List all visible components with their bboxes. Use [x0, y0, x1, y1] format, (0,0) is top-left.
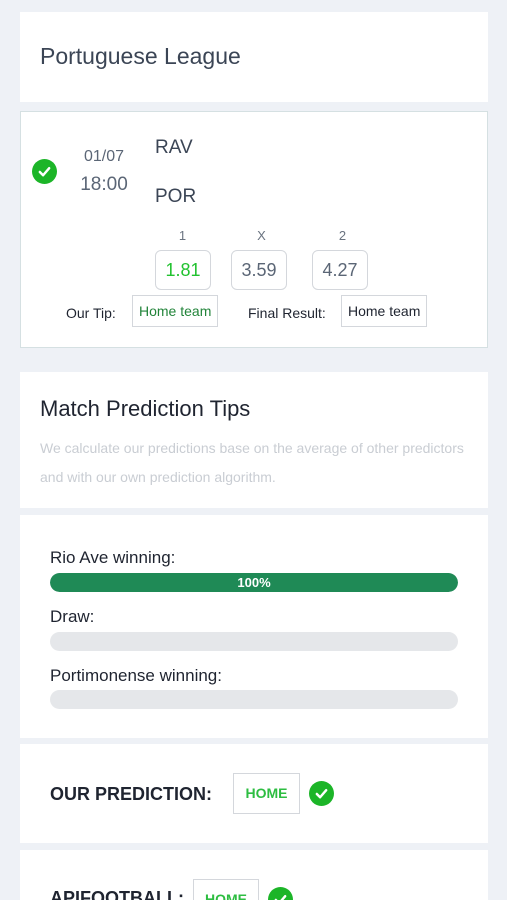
our-tip-value: Home team	[132, 295, 219, 327]
our-tip-label: Our Tip:	[66, 305, 116, 321]
our-prediction-label: OUR PREDICTION:	[50, 784, 212, 804]
odd-home[interactable]: 1.81	[155, 250, 211, 290]
final-result-value: Home team	[341, 295, 428, 327]
odd-label-draw: X	[257, 228, 266, 243]
match-card[interactable]: 01/07 18:00 RAV POR 1 X 2 1.81 3.59 4.27…	[20, 111, 488, 348]
league-header-card: Portuguese League	[20, 12, 488, 102]
prediction-tips-description: We calculate our predictions base on the…	[40, 440, 464, 485]
home-team: RAV	[155, 137, 193, 158]
check-circle-icon	[268, 887, 293, 900]
our-prediction-card: OUR PREDICTION: HOME	[20, 744, 488, 843]
api-prediction-card: APIFOOTBALL: HOME	[20, 850, 488, 900]
league-title: Portuguese League	[40, 43, 241, 69]
prediction-tips-card: Match Prediction Tips We calculate our p…	[20, 372, 488, 508]
home-win-label: Rio Ave winning:	[50, 548, 176, 567]
home-win-bar: 100%	[50, 573, 458, 592]
prediction-tips-title: Match Prediction Tips	[40, 396, 251, 421]
our-prediction-value: HOME	[233, 773, 300, 814]
probability-card: Rio Ave winning: 100% Draw: Portimonense…	[20, 515, 488, 738]
match-date: 01/07	[83, 148, 125, 165]
check-circle-icon	[309, 781, 334, 806]
final-result-label: Final Result:	[248, 305, 326, 321]
check-circle-icon	[32, 159, 57, 184]
api-prediction-label: APIFOOTBALL:	[50, 888, 184, 900]
odd-label-away: 2	[338, 228, 347, 243]
away-win-bar	[50, 690, 458, 709]
odd-draw[interactable]: 3.59	[231, 250, 287, 290]
away-team: POR	[155, 186, 197, 207]
draw-label: Draw:	[50, 607, 95, 626]
home-win-bar-fill: 100%	[50, 573, 458, 592]
match-time: 18:00	[80, 174, 128, 195]
odd-away[interactable]: 4.27	[312, 250, 368, 290]
api-prediction-value: HOME	[193, 879, 259, 900]
away-win-label: Portimonense winning:	[50, 666, 222, 685]
odd-label-home: 1	[178, 228, 187, 243]
draw-bar	[50, 632, 458, 651]
